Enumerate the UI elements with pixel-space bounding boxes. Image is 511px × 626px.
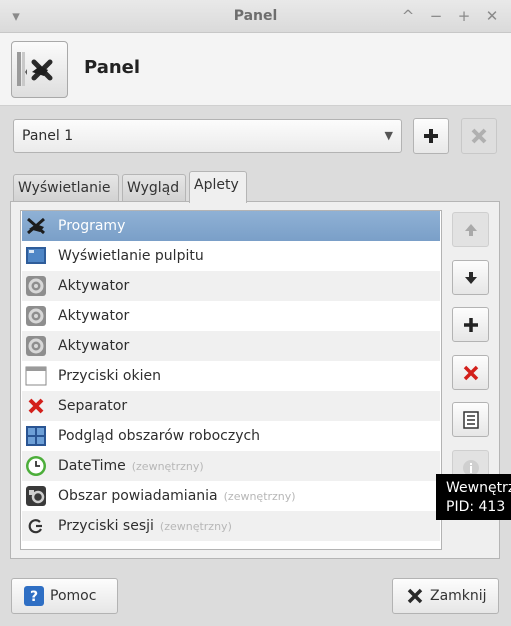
add-panel-button[interactable] [413, 118, 449, 154]
applet-name: Podgląd obszarów roboczych [58, 428, 261, 444]
tab-display[interactable]: Wyświetlanie [13, 174, 119, 201]
move-down-icon [464, 271, 477, 284]
close-icon [406, 587, 424, 605]
add-applet-icon [463, 317, 478, 332]
title-bar: ▾ Panel ^ − + ✕ [0, 0, 511, 33]
separator-icon [25, 395, 47, 417]
tooltip-line-1: Wewnętrz [446, 480, 511, 496]
applet-name: Programy [58, 218, 126, 234]
applet-preferences-button[interactable] [452, 402, 489, 437]
dialog-title: Panel [84, 57, 141, 78]
tab-applets[interactable]: Aplety [189, 171, 247, 203]
list-item[interactable]: DateTime (zewnętrzny) [22, 451, 440, 481]
maximize-button[interactable]: + [454, 5, 474, 27]
svg-text:?: ? [30, 589, 38, 605]
applet-name: Separator [58, 398, 128, 414]
applet-name: Przyciski sesji [58, 518, 154, 534]
window-buttons-icon [25, 365, 47, 387]
remove-panel-button[interactable] [461, 118, 497, 154]
workspace-switcher-icon [25, 425, 47, 447]
applet-name: Aktywator [58, 338, 130, 354]
close-button[interactable]: Zamknij [392, 578, 499, 614]
list-item[interactable]: Obszar powiadamiania (zewnętrzny) [22, 481, 440, 511]
list-item[interactable]: Przyciski okien [22, 361, 440, 391]
list-item[interactable]: Programy [22, 211, 440, 241]
panel-preferences-icon [11, 41, 68, 98]
help-icon: ? [24, 586, 44, 606]
notification-area-icon [25, 485, 47, 507]
help-button[interactable]: ? Pomoc [11, 578, 118, 614]
applet-external: (zewnętrzny) [131, 459, 204, 473]
preferences-icon [462, 410, 479, 429]
applet-name: Przyciski okien [58, 368, 161, 384]
list-item[interactable]: Aktywator [22, 271, 440, 301]
remove-applet-icon [463, 365, 478, 380]
launcher-icon [25, 275, 47, 297]
list-item[interactable]: Przyciski sesji (zewnętrzny) [22, 511, 440, 541]
chevron-down-icon: ▼ [384, 129, 393, 142]
session-icon [25, 515, 47, 537]
applet-external: (zewnętrzny) [159, 519, 232, 533]
move-up-icon [464, 223, 477, 236]
dialog-header: Panel [0, 33, 511, 106]
applet-external: (zewnętrzny) [223, 489, 296, 503]
move-up-button[interactable] [452, 212, 489, 247]
applet-list[interactable]: Programy Wyświetlanie pulpitu Aktywator … [20, 210, 442, 550]
applet-name: Aktywator [58, 278, 130, 294]
applet-name: Wyświetlanie pulpitu [58, 248, 204, 264]
list-item[interactable]: Wyświetlanie pulpitu [22, 241, 440, 271]
list-item[interactable]: Aktywator [22, 301, 440, 331]
list-item[interactable]: Podgląd obszarów roboczych [22, 421, 440, 451]
launcher-icon [25, 335, 47, 357]
panel-select-value: Panel 1 [22, 128, 74, 144]
applications-menu-icon [25, 215, 47, 237]
applet-name: DateTime [58, 458, 126, 474]
tooltip: Wewnętrz PID: 413 [436, 474, 511, 520]
help-label: Pomoc [50, 588, 97, 604]
panel-select[interactable]: Panel 1 ▼ [13, 119, 402, 153]
clock-icon [25, 455, 47, 477]
shade-button[interactable]: ^ [398, 5, 418, 27]
launcher-icon [25, 305, 47, 327]
applet-name: Aktywator [58, 308, 130, 324]
minimize-button[interactable]: − [426, 5, 446, 27]
list-item[interactable]: Aktywator [22, 331, 440, 361]
remove-x-icon [471, 128, 487, 144]
remove-applet-button[interactable] [452, 355, 489, 390]
list-item[interactable]: Separator [22, 391, 440, 421]
move-down-button[interactable] [452, 260, 489, 295]
close-window-button[interactable]: ✕ [482, 5, 502, 27]
show-desktop-icon [25, 245, 47, 267]
applet-name: Obszar powiadamiania [58, 488, 218, 504]
tab-appearance[interactable]: Wygląd [122, 174, 186, 201]
tooltip-line-2: PID: 413 [446, 499, 506, 515]
plus-icon [424, 129, 438, 143]
close-label: Zamknij [430, 588, 487, 604]
add-applet-button[interactable] [452, 307, 489, 342]
